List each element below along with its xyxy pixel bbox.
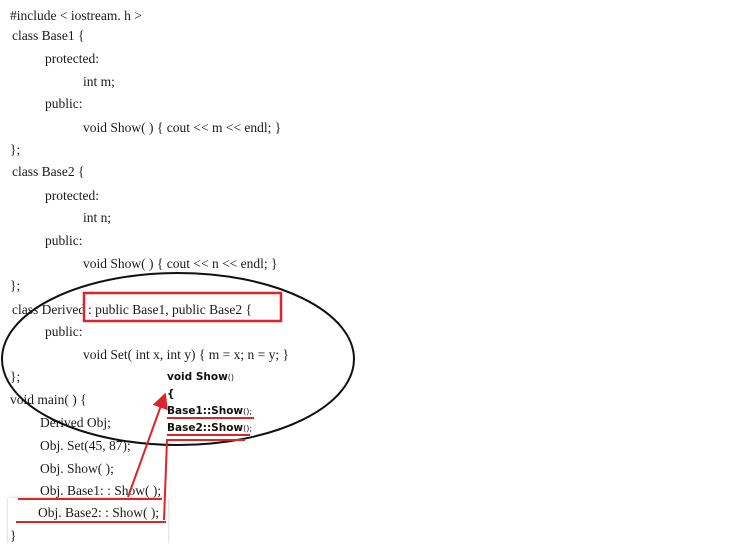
annotation-overlay — [1, 272, 355, 523]
derived-class-ellipse — [1, 272, 355, 446]
inheritance-highlight-box — [82, 291, 283, 323]
base2-arrow — [163, 439, 245, 521]
base1-arrow — [127, 392, 168, 498]
